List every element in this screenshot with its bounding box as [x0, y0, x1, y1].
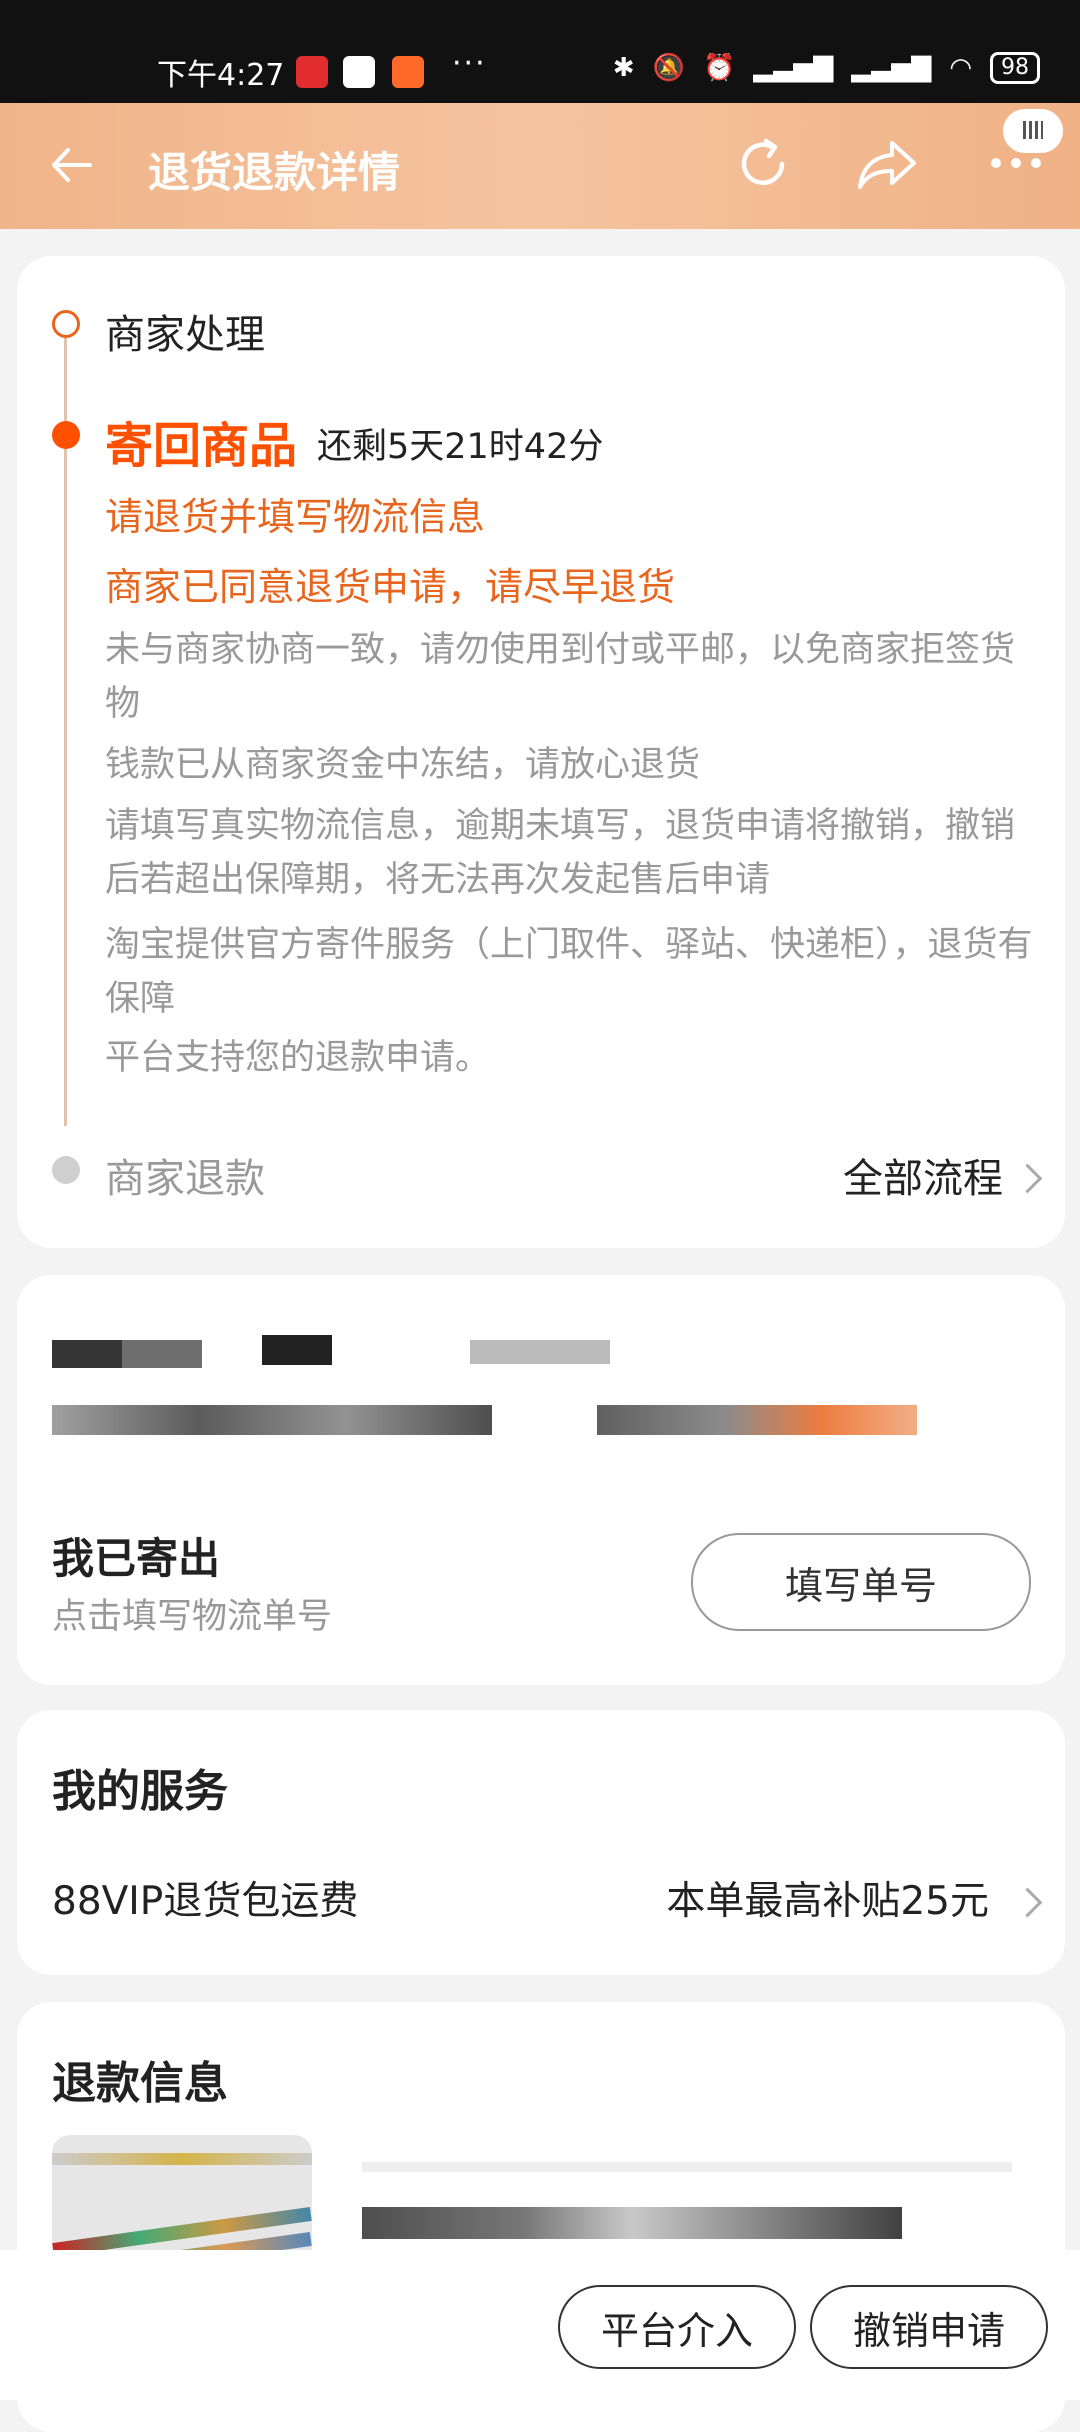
refund-progress-card: 商家处理 寄回商品 还剩5天21时42分 请退货并填写物流信息 商家已同意退货申…: [17, 256, 1065, 1248]
timeline-dot-done: [52, 310, 80, 338]
blurred-address: [52, 1405, 492, 1435]
blurred-address: [597, 1405, 917, 1435]
timeline-dot-pending: [52, 1156, 80, 1184]
service-title: 我的服务: [52, 1766, 228, 1817]
taobao-app-icon: [392, 56, 424, 88]
step-merchant-processing: 商家处理: [105, 312, 265, 358]
signal-icon: ▂▃▅▇: [753, 53, 834, 83]
tip-item: 请填写真实物流信息，逾期未填写，退货申请将撤销，撤销后若超出保障期，将无法再次发…: [105, 806, 1016, 900]
all-flow-link[interactable]: 全部流程: [843, 1146, 1003, 1204]
wifi-icon: ◠: [949, 53, 972, 83]
play-store-icon: [343, 56, 375, 88]
battery-indicator: 98: [990, 52, 1040, 84]
back-arrow-icon[interactable]: [46, 139, 98, 191]
shipped-subtitle: 点击填写物流单号: [52, 1597, 333, 1637]
countdown-timer: 还剩5天21时42分: [317, 427, 604, 467]
tip-item: 平台支持您的退款申请。: [105, 1038, 491, 1078]
netease-app-icon: [296, 56, 328, 88]
status-icons: ✱ 🔕 ⏰ ▂▃▅▇ ▂▃▅▇ ◠ 98: [613, 52, 1040, 84]
blurred-product-info: [362, 2162, 1012, 2172]
fill-tracking-button[interactable]: 填写单号: [691, 1533, 1031, 1631]
refresh-icon[interactable]: [732, 133, 794, 195]
shipping-card: 我已寄出 点击填写物流单号 填写单号: [17, 1275, 1065, 1685]
cancel-application-button[interactable]: 撤销申请: [810, 2285, 1048, 2369]
tip-item: 钱款已从商家资金中冻结，请放心退货: [105, 745, 701, 785]
blurred-product-info: [362, 2207, 902, 2239]
timeline-dot-active: [52, 421, 80, 449]
platform-intervene-button[interactable]: 平台介入: [558, 2285, 796, 2369]
mute-icon: 🔕: [652, 53, 685, 83]
page-title: 退货退款详情: [148, 148, 401, 197]
service-name[interactable]: 88VIP退货包运费: [52, 1870, 358, 1926]
blurred-address: [52, 1340, 202, 1368]
service-detail[interactable]: 本单最高补贴25元: [666, 1870, 989, 1926]
status-bar: 下午4:27 ··· ✱ 🔕 ⏰ ▂▃▅▇ ▂▃▅▇ ◠ 98: [0, 0, 1080, 103]
qr-badge-icon[interactable]: [1003, 109, 1063, 153]
chevron-right-icon: [1012, 1887, 1043, 1918]
step-merchant-refund: 商家退款: [105, 1156, 265, 1202]
tip-item: 淘宝提供官方寄件服务（上门取件、驿站、快递柜），退货有保障: [105, 925, 1033, 1019]
alarm-icon: ⏰: [702, 53, 736, 83]
bluetooth-icon: ✱: [612, 53, 635, 83]
chevron-right-icon: [1012, 1163, 1043, 1194]
bottom-action-bar: 平台介入 撤销申请: [0, 2250, 1080, 2400]
signal2-icon: ▂▃▅▇: [851, 53, 932, 83]
status-time: 下午4:27: [157, 58, 285, 93]
share-icon[interactable]: [854, 135, 920, 193]
notice-fill-logistics: 请退货并填写物流信息: [105, 495, 486, 539]
blurred-address: [470, 1340, 610, 1364]
page-header: 退货退款详情: [0, 103, 1080, 229]
shipped-title: 我已寄出: [52, 1534, 221, 1583]
tip-item: 未与商家协商一致，请勿使用到付或平邮，以免商家拒签货物: [105, 630, 1016, 724]
step-return-goods: 寄回商品: [105, 418, 298, 474]
blurred-address: [262, 1335, 332, 1365]
status-more-dots: ···: [452, 46, 487, 81]
notice-merchant-agreed: 商家已同意退货申请，请尽早退货: [105, 565, 676, 609]
refund-info-title: 退款信息: [52, 2058, 228, 2109]
my-service-card: 我的服务 88VIP退货包运费 本单最高补贴25元: [17, 1710, 1065, 1975]
